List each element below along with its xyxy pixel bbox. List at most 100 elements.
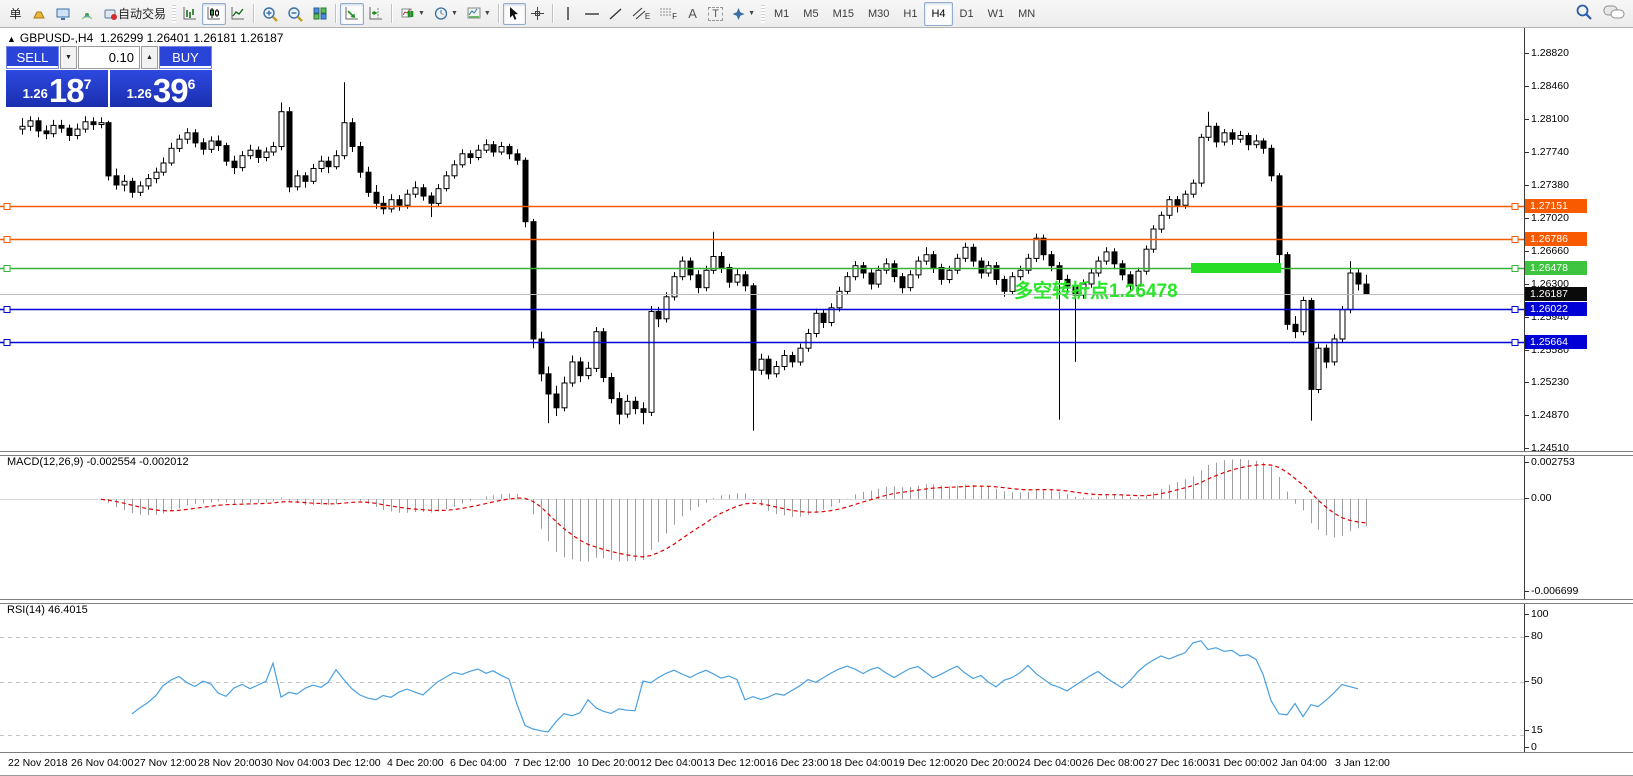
price-axis-label: 1.24870 (1531, 409, 1569, 421)
line-handle[interactable] (4, 266, 10, 272)
terminal-icon[interactable] (51, 3, 75, 25)
new-order-button[interactable]: 单 (4, 3, 27, 25)
line-chart-mode-button[interactable] (226, 3, 250, 25)
tab-timeframe-w1[interactable]: W1 (981, 2, 1012, 26)
volume-decrease-button[interactable]: ▼ (60, 46, 77, 69)
time-axis-label: 24 Dec 04:00 (1019, 757, 1081, 769)
cursor-tool-button[interactable] (503, 3, 526, 25)
zoom-in-button[interactable] (258, 3, 283, 25)
rsi-axis-label: 100 (1531, 608, 1549, 620)
tab-timeframe-m5[interactable]: M5 (796, 2, 825, 26)
text-tool-glyph: A (688, 6, 697, 21)
trendline-tool-button[interactable] (604, 3, 627, 25)
tab-timeframe-h4[interactable]: H4 (924, 2, 952, 26)
bid-pipette: 7 (84, 76, 92, 92)
fibo-glyph: F (672, 12, 677, 21)
line-handle[interactable] (1512, 307, 1518, 313)
spin-up-icon: ▲ (146, 54, 153, 61)
tab-timeframe-m30[interactable]: M30 (861, 2, 896, 26)
price-axis-border (1524, 28, 1525, 752)
rsi-label: RSI(14) (7, 604, 45, 616)
volume-field[interactable]: 0.10 (78, 46, 140, 69)
search-icon[interactable] (1575, 3, 1593, 21)
chart-canvas[interactable]: 多空转折点1.26478 (0, 0, 1524, 752)
horizontal-line-tool-button[interactable] (580, 3, 604, 25)
new-order-label: 单 (9, 5, 21, 22)
bid-price-button[interactable]: 1.26 18 7 (6, 70, 108, 107)
time-axis-label: 2 Jan 04:00 (1272, 757, 1327, 769)
price-axis-label: 1.27740 (1531, 146, 1569, 158)
price-axis-label: 1.25230 (1531, 376, 1569, 388)
autotrade-button[interactable]: 自动交易 (99, 3, 170, 25)
time-axis-label: 22 Nov 2018 (8, 757, 68, 769)
line-handle[interactable] (1512, 237, 1518, 243)
macd-axis-label: -0.006699 (1531, 585, 1578, 597)
periods-button[interactable]: ▼ (429, 3, 462, 25)
tab-timeframe-mn[interactable]: MN (1011, 2, 1042, 26)
candlestick-mode-button[interactable] (202, 3, 226, 25)
chevron-down-icon: ▼ (484, 10, 491, 17)
price-tag-resistance-line: 1.26786 (1525, 232, 1587, 246)
time-axis-label: 27 Dec 16:00 (1146, 757, 1208, 769)
price-tag-pivot-line: 1.26478 (1525, 261, 1587, 275)
time-axis-label: 27 Nov 12:00 (134, 757, 196, 769)
line-handle[interactable] (1512, 340, 1518, 346)
pane-separator-rsi[interactable] (0, 599, 1633, 604)
auto-scroll-button[interactable] (340, 3, 364, 25)
vertical-line-tool-button[interactable] (557, 3, 580, 25)
chat-icon[interactable] (1603, 4, 1625, 21)
rsi-line (132, 641, 1358, 732)
spin-down-icon: ▼ (65, 54, 72, 61)
channel-glyph: E (645, 12, 650, 21)
line-handle[interactable] (1512, 266, 1518, 272)
collapse-arrow-icon[interactable]: ▲ (7, 34, 16, 44)
timeframe-bar: M1M5M15M30H1H4D1W1MN (767, 2, 1042, 26)
buy-button[interactable]: BUY (159, 46, 212, 69)
autotrade-icon (103, 7, 118, 21)
price-tag-support-line: 1.25664 (1525, 335, 1587, 349)
crosshair-tool-button[interactable] (526, 3, 549, 25)
sell-button[interactable]: SELL (6, 46, 59, 69)
fibonacci-tool-button[interactable]: F (654, 3, 681, 25)
arrows-tool-button[interactable]: ▼ (727, 3, 759, 25)
ask-price-button[interactable]: 1.26 39 6 (110, 70, 212, 107)
volume-increase-button[interactable]: ▲ (141, 46, 158, 69)
time-axis-label: 13 Dec 12:00 (703, 757, 765, 769)
time-axis-label: 31 Dec 00:00 (1209, 757, 1271, 769)
price-axis-label: 1.26660 (1531, 245, 1569, 257)
tab-timeframe-m15[interactable]: M15 (826, 2, 861, 26)
text-tool-button[interactable]: A (681, 3, 704, 25)
rsi-axis-label: 80 (1531, 630, 1543, 642)
gold-symbol-icon[interactable] (27, 3, 51, 25)
time-axis-label: 26 Nov 04:00 (71, 757, 133, 769)
chart-shift-button[interactable] (364, 3, 388, 25)
chevron-down-icon: ▼ (451, 10, 458, 17)
channel-tool-button[interactable]: E (627, 3, 654, 25)
text-label-tool-button[interactable]: T (704, 3, 727, 25)
pane-separator-macd[interactable] (0, 451, 1633, 456)
zoom-out-button[interactable] (283, 3, 308, 25)
line-handle[interactable] (4, 340, 10, 346)
rsi-axis-label: 50 (1531, 675, 1543, 687)
macd-axis-label: 0.00 (1531, 492, 1551, 504)
tab-timeframe-d1[interactable]: D1 (953, 2, 981, 26)
macd-signal-line (101, 465, 1366, 557)
label-tool-glyph: T (708, 7, 723, 21)
line-handle[interactable] (1512, 204, 1518, 210)
pivot-highlight-bar[interactable] (1191, 263, 1281, 273)
indicators-button[interactable]: ▼ (396, 3, 429, 25)
bar-chart-mode-button[interactable] (178, 3, 202, 25)
templates-button[interactable]: ▼ (462, 3, 495, 25)
tile-windows-button[interactable] (308, 3, 332, 25)
price-axis-label: 1.28460 (1531, 80, 1569, 92)
signal-icon[interactable] (75, 3, 99, 25)
tab-timeframe-m1[interactable]: M1 (767, 2, 796, 26)
line-handle[interactable] (4, 237, 10, 243)
time-axis-label: 10 Dec 20:00 (577, 757, 639, 769)
tab-timeframe-h1[interactable]: H1 (896, 2, 924, 26)
line-handle[interactable] (4, 307, 10, 313)
line-handle[interactable] (4, 204, 10, 210)
chevron-down-icon: ▼ (748, 10, 755, 17)
pivot-annotation-text[interactable]: 多空转折点1.26478 (1014, 279, 1178, 302)
time-axis-label: 20 Dec 20:00 (956, 757, 1018, 769)
